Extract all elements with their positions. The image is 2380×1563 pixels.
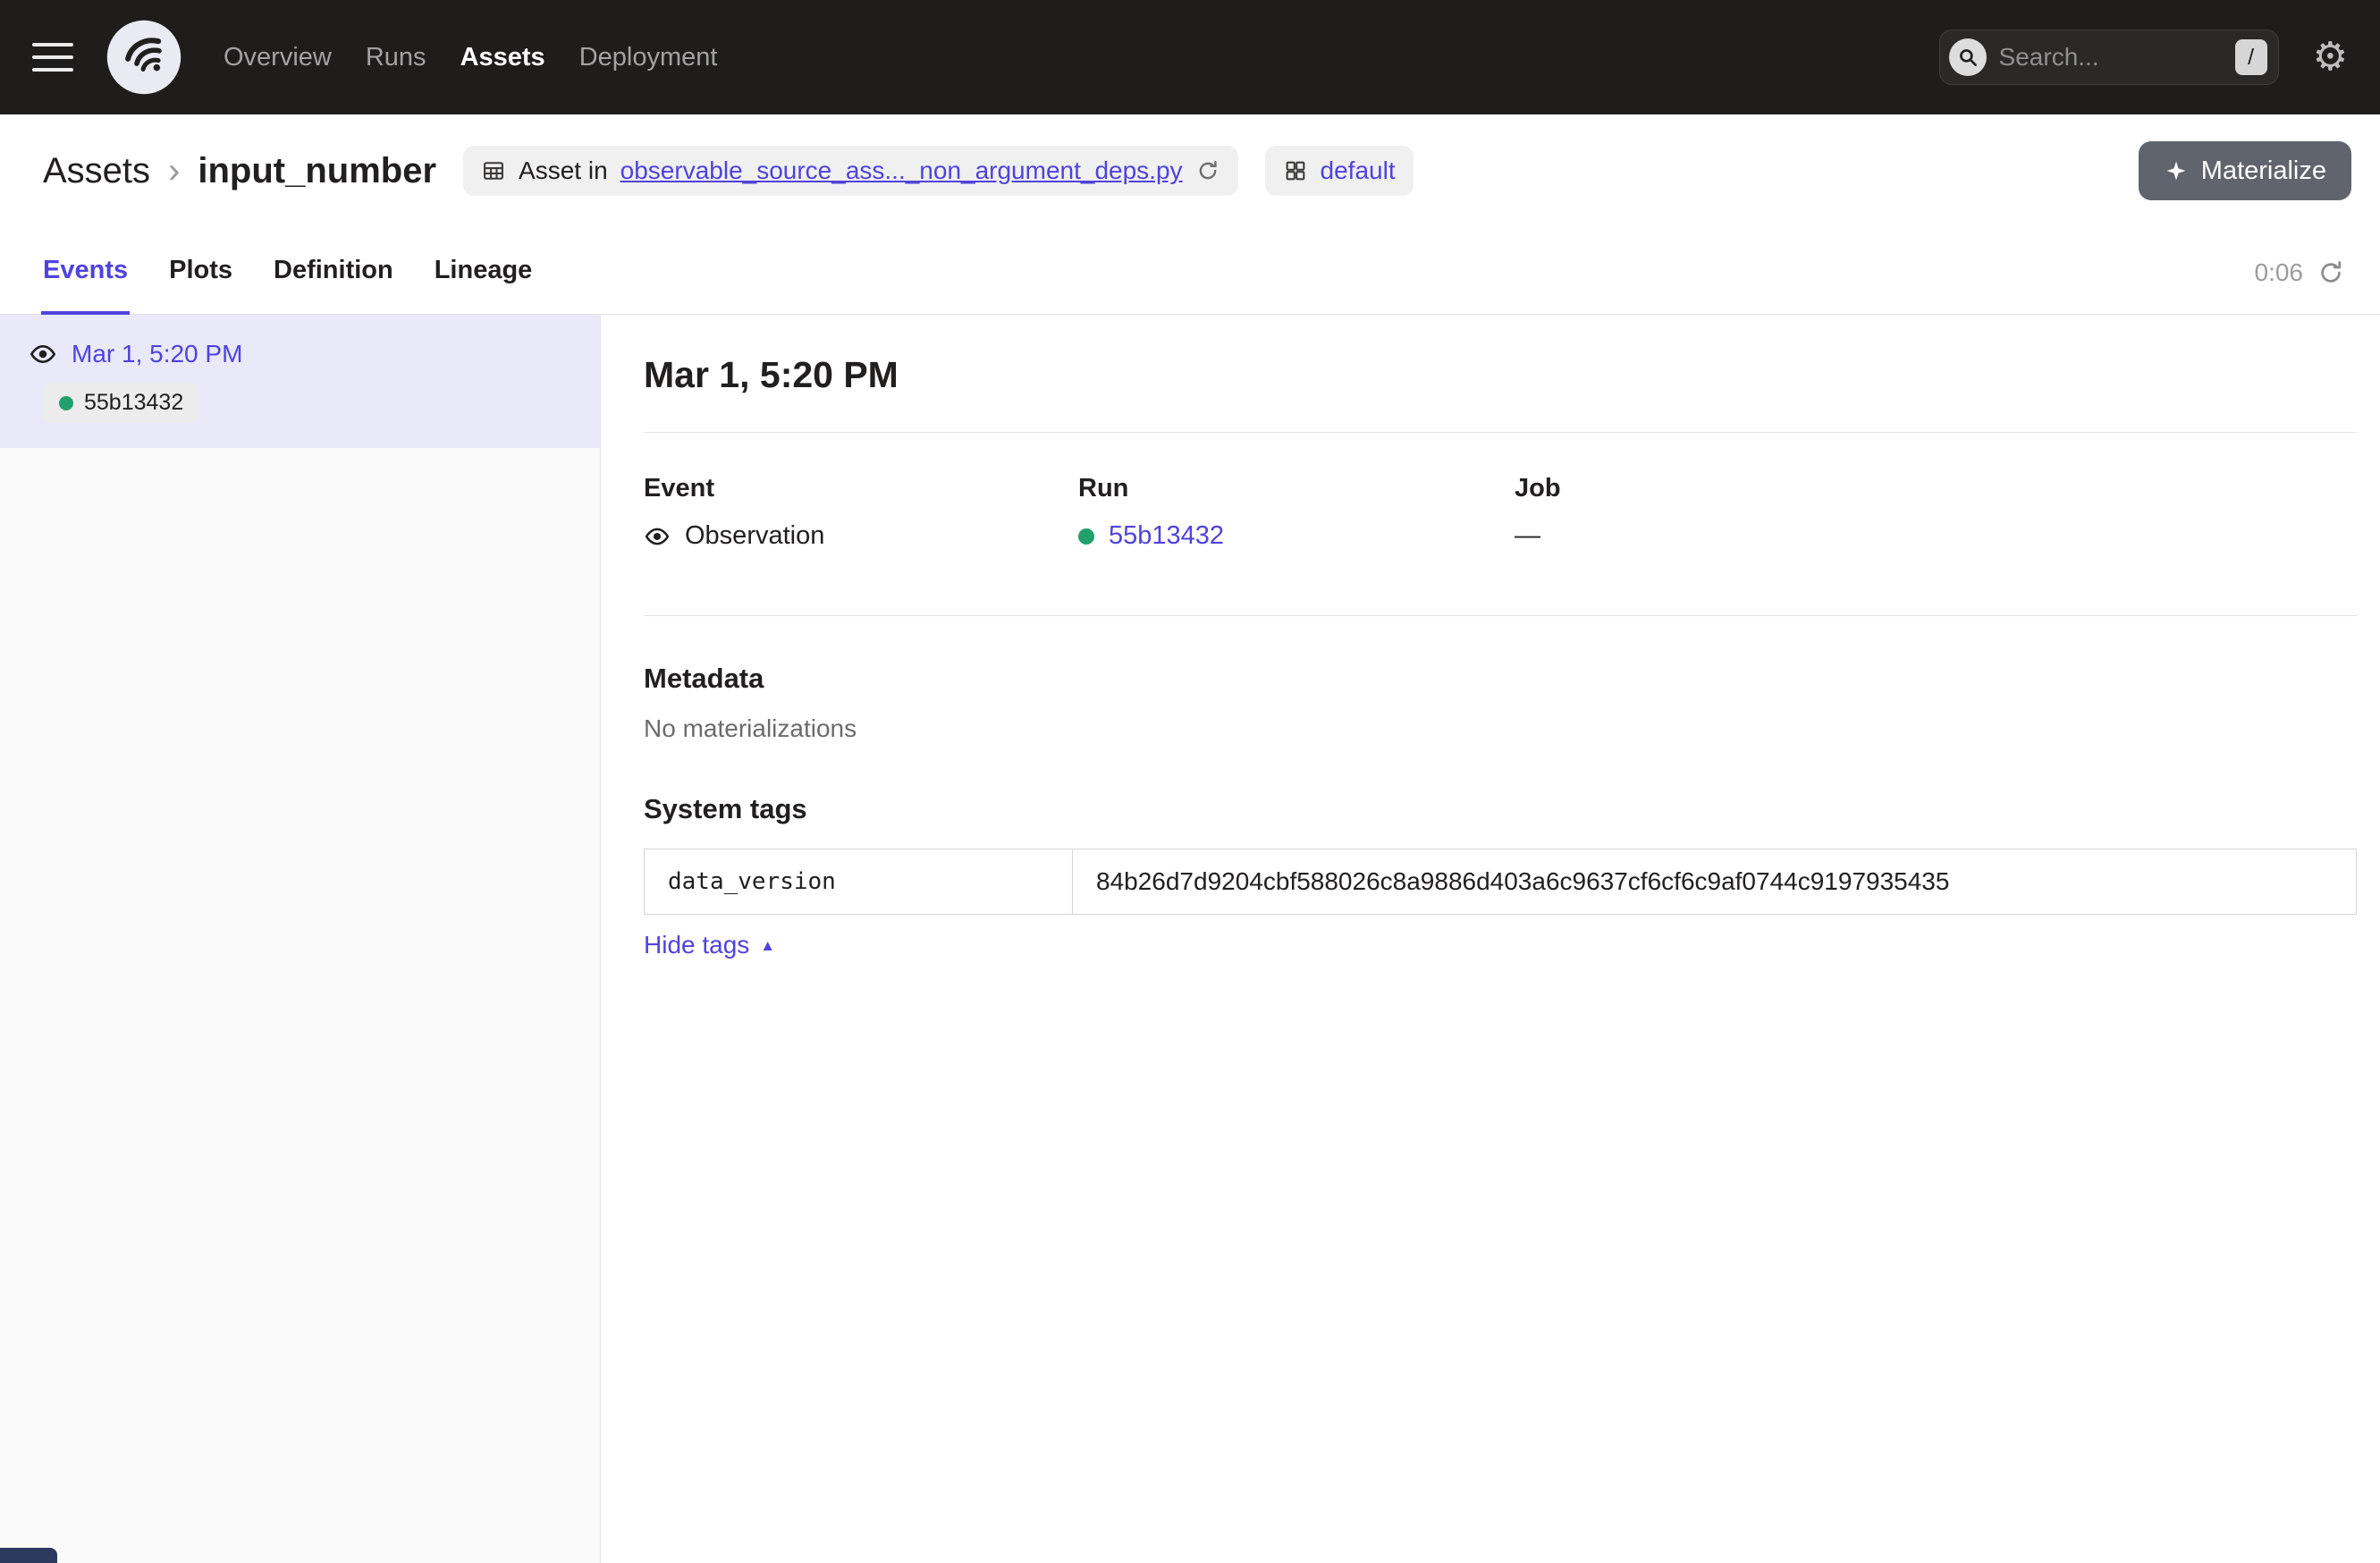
- top-navigation: Overview Runs Assets Deployment / ⚙: [0, 0, 2380, 114]
- job-value: —: [1515, 521, 2357, 551]
- breadcrumb-assets-link[interactable]: Assets: [43, 151, 150, 191]
- event-summary-columns: Event Observation Run 55b13432: [644, 474, 2357, 551]
- tab-lineage[interactable]: Lineage: [435, 256, 533, 314]
- asset-file-link[interactable]: observable_source_ass..._non_argument_de…: [620, 156, 1183, 185]
- hide-tags-label: Hide tags: [644, 931, 749, 959]
- run-status-dot: [59, 396, 73, 410]
- refresh-icon[interactable]: [2317, 259, 2344, 286]
- job-column-label: Job: [1515, 474, 2357, 503]
- tab-plots[interactable]: Plots: [169, 256, 232, 314]
- job-column: Job —: [1515, 474, 2357, 551]
- metadata-empty-message: No materializations: [644, 714, 2357, 743]
- breadcrumb: Assets › input_number: [43, 151, 436, 191]
- search-input[interactable]: [1999, 43, 2223, 72]
- system-tags-heading: System tags: [644, 793, 2357, 825]
- asset-events-content: Mar 1, 5:20 PM 55b13432 Mar 1, 5:20 PM E…: [0, 315, 2380, 1563]
- refresh-timer: 0:06: [2255, 258, 2352, 314]
- asset-tabs-row: Events Plots Definition Lineage 0:06: [43, 256, 2351, 314]
- reload-definitions-icon[interactable]: [1195, 159, 1220, 182]
- search-shortcut-badge: /: [2235, 39, 2267, 75]
- search-icon: [1949, 38, 1987, 76]
- global-search[interactable]: /: [1939, 30, 2279, 85]
- nav-right-controls: / ⚙: [1939, 30, 2348, 85]
- event-list-item[interactable]: Mar 1, 5:20 PM 55b13432: [0, 315, 600, 448]
- asset-group-link[interactable]: default: [1321, 156, 1396, 185]
- table-grid-icon: [481, 158, 506, 183]
- asset-location-tag: Asset in observable_source_ass..._non_ar…: [463, 146, 1237, 196]
- asset-page-header: Assets › input_number Asset in observabl…: [0, 114, 2380, 315]
- nav-item-overview[interactable]: Overview: [224, 43, 332, 72]
- hide-tags-link[interactable]: Hide tags ▲: [644, 931, 775, 959]
- settings-gear-icon[interactable]: ⚙: [2313, 38, 2348, 77]
- divider: [644, 432, 2357, 433]
- events-sidebar: Mar 1, 5:20 PM 55b13432: [0, 315, 601, 1563]
- breadcrumb-row: Assets › input_number Asset in observabl…: [43, 141, 2351, 200]
- run-tag-id: 55b13432: [84, 390, 183, 416]
- run-column-label: Run: [1078, 474, 1515, 503]
- event-column-label: Event: [644, 474, 1078, 503]
- tag-key-cell: data_version: [645, 849, 1073, 915]
- caret-up-icon: ▲: [760, 938, 775, 953]
- run-tag[interactable]: 55b13432: [43, 383, 199, 423]
- observation-eye-icon: [644, 523, 671, 550]
- metadata-heading: Metadata: [644, 663, 2357, 695]
- dagster-logo-icon[interactable]: [105, 19, 182, 96]
- refresh-countdown: 0:06: [2255, 258, 2304, 287]
- tab-events[interactable]: Events: [43, 256, 128, 314]
- table-row: data_version 84b26d7d9204cbf588026c8a988…: [645, 849, 2357, 915]
- chevron-right-icon: ›: [168, 153, 180, 189]
- sparkle-icon: [2164, 158, 2189, 183]
- divider: [644, 615, 2357, 616]
- event-type-value: Observation: [685, 521, 824, 551]
- run-status-dot: [1078, 528, 1094, 545]
- event-column: Event Observation: [644, 474, 1078, 551]
- run-column: Run 55b13432: [1078, 474, 1515, 551]
- primary-nav: Overview Runs Assets Deployment: [224, 43, 717, 72]
- tab-definition[interactable]: Definition: [274, 256, 393, 314]
- event-detail-panel: Mar 1, 5:20 PM Event Observation Run: [601, 315, 2380, 1563]
- asset-location-prefix: Asset in: [519, 156, 608, 185]
- event-detail-title: Mar 1, 5:20 PM: [644, 354, 2357, 396]
- event-timestamp-link[interactable]: Mar 1, 5:20 PM: [72, 340, 242, 368]
- bottom-left-widget[interactable]: [0, 1548, 57, 1563]
- menu-icon[interactable]: [32, 38, 73, 77]
- group-grid-icon: [1283, 158, 1308, 183]
- breadcrumb-current-asset: input_number: [198, 151, 436, 191]
- materialize-label: Materialize: [2201, 156, 2326, 186]
- nav-item-deployment[interactable]: Deployment: [579, 43, 718, 72]
- run-id-link[interactable]: 55b13432: [1109, 521, 1224, 551]
- asset-group-tag: default: [1265, 146, 1414, 196]
- system-tags-table: data_version 84b26d7d9204cbf588026c8a988…: [644, 849, 2357, 915]
- nav-item-assets[interactable]: Assets: [460, 43, 545, 72]
- asset-tabs: Events Plots Definition Lineage: [43, 256, 532, 314]
- observation-eye-icon: [29, 340, 57, 368]
- dagster-app: Overview Runs Assets Deployment / ⚙: [0, 0, 2380, 1563]
- nav-item-runs[interactable]: Runs: [366, 43, 426, 72]
- materialize-button[interactable]: Materialize: [2139, 141, 2351, 200]
- tag-value-cell: 84b26d7d9204cbf588026c8a9886d403a6c9637c…: [1073, 849, 2357, 915]
